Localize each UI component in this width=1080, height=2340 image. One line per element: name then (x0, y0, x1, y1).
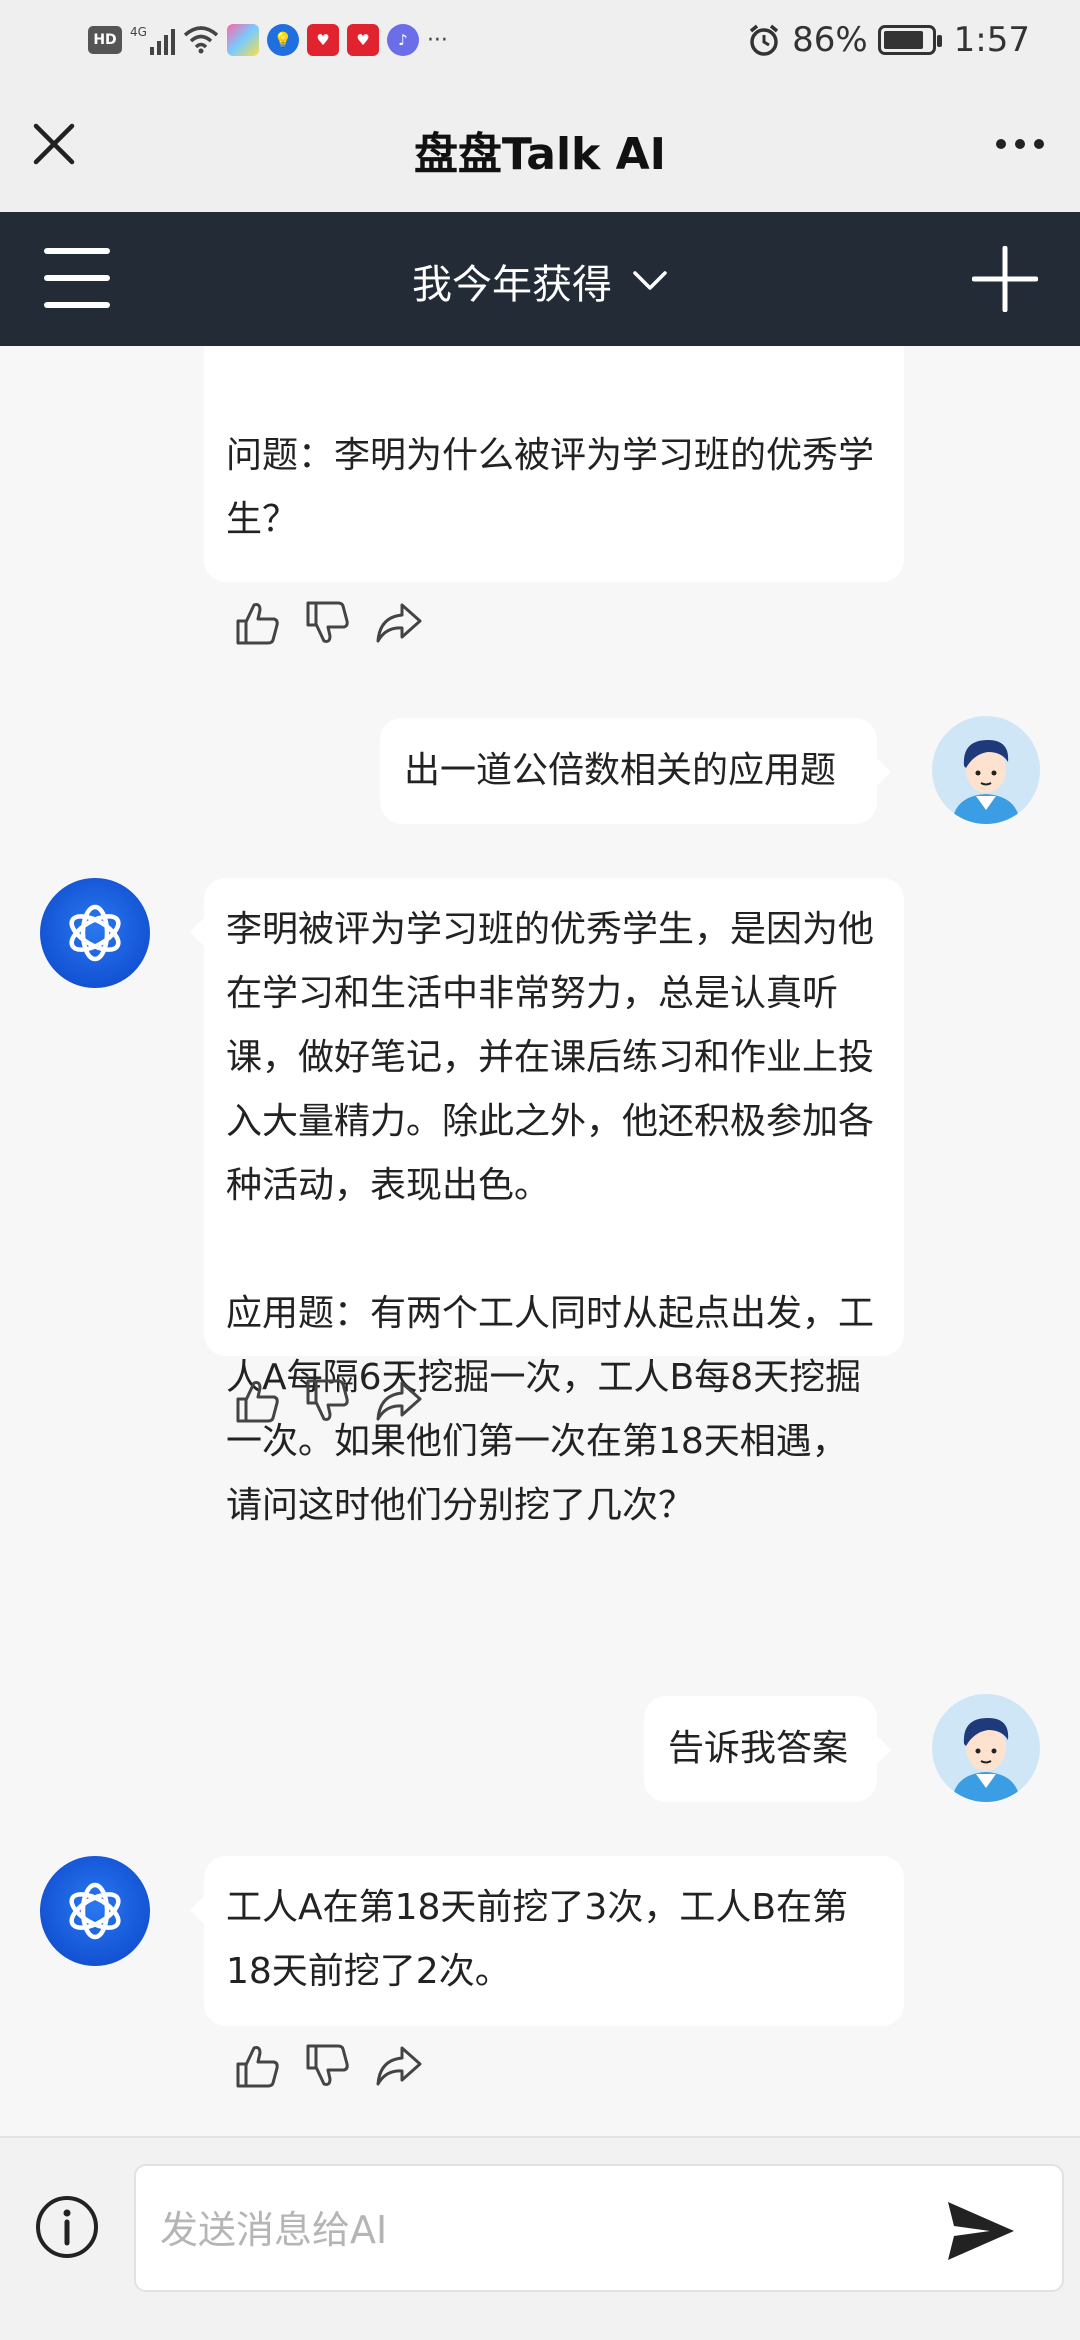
chat-area[interactable]: 不断努力，一步步走出自己的道路。 问题：李明为什么被评为学习班的优秀学生？ 出一… (0, 346, 1080, 2136)
thumbs-up-icon[interactable] (232, 1375, 284, 1427)
more-options-icon[interactable] (990, 122, 1050, 166)
bulb-app-icon: 💡 (266, 24, 299, 56)
openai-logo-icon (69, 904, 121, 962)
conversation-selector[interactable]: 我今年获得 (0, 252, 1080, 310)
assistant-avatar (40, 878, 150, 988)
app-notification-icon (226, 24, 259, 56)
message-actions (232, 593, 424, 653)
send-icon[interactable] (946, 2200, 1016, 2262)
thumbs-down-icon[interactable] (302, 1375, 354, 1427)
app-header: 我今年获得 (0, 212, 1080, 346)
message-text: 不断努力，一步步走出自己的道路。 问题：李明为什么被评为学习班的优秀学生？ (226, 346, 875, 540)
chevron-down-icon (633, 271, 667, 290)
thumbs-up-icon[interactable] (232, 597, 284, 649)
user-avatar (932, 716, 1040, 824)
message-actions (232, 2036, 424, 2096)
signal-icon: 4G (130, 25, 175, 55)
new-chat-icon[interactable] (972, 246, 1038, 312)
message-input-box[interactable] (134, 2164, 1064, 2292)
user-avatar (932, 1694, 1040, 1802)
title-bar: 盘盘Talk AI (0, 82, 1080, 212)
alarm-icon (749, 24, 779, 56)
battery-percent: 86% (792, 20, 868, 60)
assistant-message: 李明被评为学习班的优秀学生，是因为他在学习和生活中非常努力，总是认真听课，做好笔… (190, 878, 904, 1526)
thumbs-down-icon[interactable] (302, 597, 354, 649)
red-app-icon: ♥ (306, 24, 339, 56)
music-icon: ♪ (386, 24, 419, 56)
hd-indicator: HD (88, 26, 122, 54)
assistant-message: 不断努力，一步步走出自己的道路。 问题：李明为什么被评为学习班的优秀学生？ (204, 346, 904, 582)
network-type: 4G (130, 25, 147, 39)
message-text: 出一道公倍数相关的应用题 (404, 750, 837, 791)
status-icons-right: 86% 1:57 (746, 18, 1030, 62)
conversation-title: 我今年获得 (412, 262, 612, 308)
thumbs-down-icon[interactable] (302, 2040, 354, 2092)
clock: 1:57 (953, 20, 1030, 60)
message-text: 告诉我答案 (668, 1728, 849, 1769)
share-icon[interactable] (372, 2040, 424, 2092)
info-icon[interactable] (34, 2194, 100, 2260)
status-icons-left: HD 4G 💡 ♥ ♥ ♪ ··· (88, 20, 448, 60)
message-actions (232, 1371, 424, 1431)
page-title: 盘盘Talk AI (413, 129, 667, 180)
wifi-icon (183, 26, 219, 54)
status-bar: HD 4G 💡 ♥ ♥ ♪ ··· 86% 1:57 (0, 0, 1080, 82)
assistant-avatar (40, 1856, 150, 1966)
red-app-icon-2: ♥ (346, 24, 379, 56)
more-notifications: ··· (426, 27, 448, 53)
input-bar (0, 2136, 1080, 2340)
share-icon[interactable] (372, 1375, 424, 1427)
battery-icon (877, 25, 942, 55)
share-icon[interactable] (372, 597, 424, 649)
message-text: 工人A在第18天前挖了3次，工人B在第18天前挖了2次。 (226, 1887, 849, 1992)
thumbs-up-icon[interactable] (232, 2040, 284, 2092)
openai-logo-icon (69, 1882, 121, 1940)
user-message: 告诉我答案 (644, 1696, 891, 1802)
message-input[interactable] (160, 2196, 920, 2264)
message-text: 李明被评为学习班的优秀学生，是因为他在学习和生活中非常努力，总是认真听课，做好笔… (226, 909, 875, 1526)
assistant-message: 工人A在第18天前挖了3次，工人B在第18天前挖了2次。 (190, 1856, 904, 2026)
user-message: 出一道公倍数相关的应用题 (380, 718, 891, 824)
